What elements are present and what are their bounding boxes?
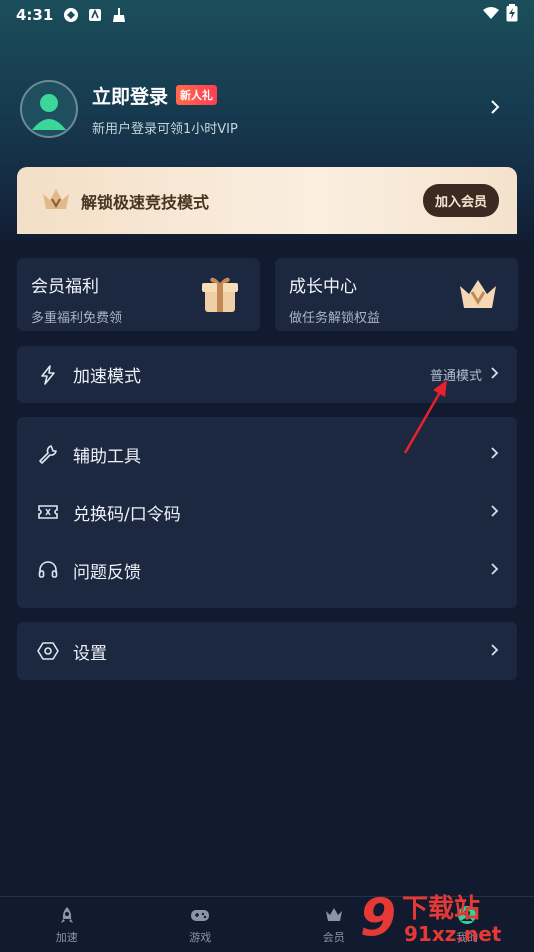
menu-item-label: 兑换码/口令码 [73, 504, 181, 525]
profile-login-row[interactable]: 立即登录 新人礼 新用户登录可领1小时VIP [20, 80, 514, 138]
nav-label: 加速 [55, 930, 78, 944]
watermark: 9 下载站 91xz.net [358, 888, 528, 952]
nav-accelerate[interactable]: 加速 [0, 897, 134, 952]
nav-label: 会员 [322, 930, 345, 944]
nav-label: 游戏 [189, 930, 212, 944]
app-notification-icon [87, 7, 103, 23]
avatar[interactable] [20, 80, 78, 138]
watermark-number: 9 [360, 888, 397, 948]
status-bar: 4:31 [0, 0, 534, 30]
chevron-right-icon [490, 365, 499, 384]
chevron-right-icon [490, 642, 499, 661]
wifi-icon [482, 6, 500, 24]
login-title[interactable]: 立即登录 [92, 82, 168, 109]
join-vip-button[interactable]: 加入会员 [422, 184, 499, 217]
status-time: 4:31 [16, 6, 54, 24]
nav-games[interactable]: 游戏 [134, 897, 268, 952]
vip-banner-title: 解锁极速竞技模式 [81, 192, 210, 212]
headphones-icon [37, 559, 59, 581]
chevron-right-icon [490, 445, 499, 464]
login-subtitle: 新用户登录可领1小时VIP [92, 121, 238, 137]
menu-item-redeem-code[interactable]: 兑换码/口令码 [17, 483, 517, 541]
chevron-right-icon [490, 503, 499, 522]
gamepad-icon [190, 905, 210, 925]
annotation-arrow-icon [403, 380, 447, 454]
settings-label: 设置 [73, 643, 107, 664]
broom-icon [111, 7, 127, 23]
settings-icon [37, 640, 59, 662]
menu-item-label: 辅助工具 [73, 446, 141, 467]
vip-crown-icon [41, 186, 71, 216]
crown-icon [324, 905, 344, 925]
gift-icon [198, 272, 242, 316]
vip-benefits-card[interactable]: 会员福利 多重福利免费领 [17, 258, 260, 331]
chevron-right-icon [490, 561, 499, 580]
vip-banner[interactable]: 解锁极速竞技模式 加入会员 [17, 167, 517, 234]
menu-item-feedback[interactable]: 问题反馈 [17, 541, 517, 599]
rocket-icon [57, 905, 77, 925]
wrench-icon [37, 443, 59, 465]
growth-center-card[interactable]: 成长中心 做任务解锁权益 [275, 258, 518, 331]
crown-icon [456, 272, 500, 316]
lightning-icon [37, 364, 59, 386]
settings-row[interactable]: 设置 [17, 622, 517, 680]
battery-charging-icon [506, 4, 518, 26]
new-user-badge: 新人礼 [176, 85, 218, 105]
settings-card[interactable]: 设置 [17, 622, 517, 680]
sync-icon [63, 7, 79, 23]
menu-item-label: 问题反馈 [73, 562, 141, 583]
accel-mode-label: 加速模式 [73, 367, 141, 387]
watermark-site: 91xz.net [404, 922, 502, 946]
chevron-right-icon [490, 99, 500, 119]
watermark-cn: 下载站 [402, 894, 481, 924]
ticket-icon [37, 501, 59, 523]
